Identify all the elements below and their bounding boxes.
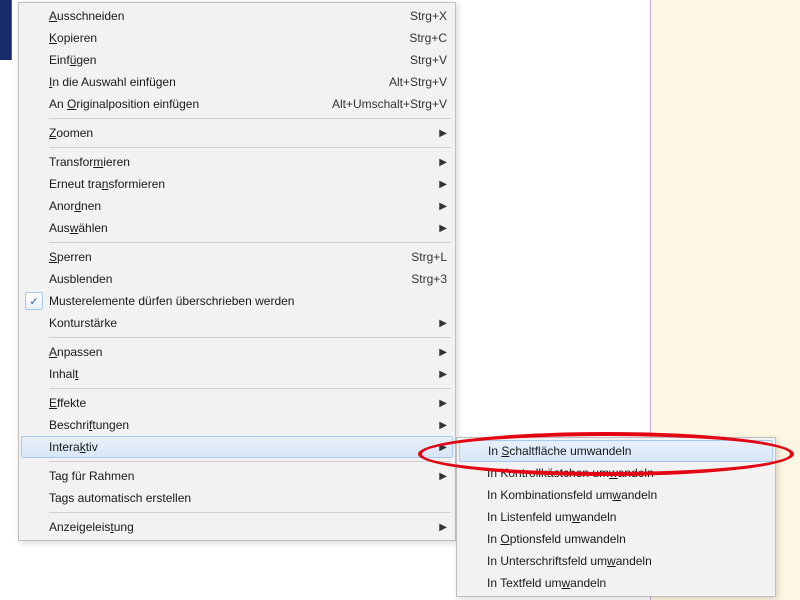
chevron-right-icon: ▶ — [437, 318, 447, 329]
menu-item[interactable]: Auswählen ▶ — [21, 217, 453, 239]
submenu-item[interactable]: In Listenfeld umwandeln — [459, 506, 773, 528]
menu-shortcut: Strg+C — [389, 31, 447, 45]
menu-item[interactable]: Beschriftungen ▶ — [21, 414, 453, 436]
menu-item[interactable]: An Originalposition einfügenAlt+Umschalt… — [21, 93, 453, 115]
menu-item-label: An Originalposition einfügen — [49, 97, 312, 111]
menu-item-label: Inhalt — [49, 367, 429, 381]
menu-item[interactable]: In die Auswahl einfügenAlt+Strg+V — [21, 71, 453, 93]
chevron-right-icon: ▶ — [437, 347, 447, 358]
menu-item[interactable]: AusschneidenStrg+X — [21, 5, 453, 27]
menu-item-label: Tags automatisch erstellen — [49, 491, 447, 505]
menu-item-label: Ausschneiden — [49, 9, 390, 23]
menu-separator — [49, 147, 451, 148]
chevron-right-icon: ▶ — [437, 471, 447, 482]
menu-item[interactable]: AusblendenStrg+3 — [21, 268, 453, 290]
menu-item-label: Ausblenden — [49, 272, 391, 286]
menu-separator — [49, 461, 451, 462]
menu-item-label: In Unterschriftsfeld umwandeln — [487, 554, 767, 568]
menu-item-label: Kopieren — [49, 31, 389, 45]
menu-shortcut: Strg+V — [390, 53, 447, 67]
menu-item-label: In Textfeld umwandeln — [487, 576, 767, 590]
menu-item-label: Sperren — [49, 250, 391, 264]
menu-item[interactable]: Effekte ▶ — [21, 392, 453, 414]
menu-item[interactable]: Erneut transformieren ▶ — [21, 173, 453, 195]
menu-item-label: In Listenfeld umwandeln — [487, 510, 767, 524]
menu-item-label: Transformieren — [49, 155, 429, 169]
menu-item-label: In Schaltfläche umwandeln — [488, 444, 767, 458]
menu-item[interactable]: EinfügenStrg+V — [21, 49, 453, 71]
menu-item[interactable]: Interaktiv ▶ — [21, 436, 453, 458]
menu-item-label: In Kombinationsfeld umwandeln — [487, 488, 767, 502]
menu-item-label: Tag für Rahmen — [49, 469, 429, 483]
interaktiv-submenu: In Schaltfläche umwandeln In Kontrollkäst… — [456, 437, 776, 597]
menu-item-label: Anzeigeleistung — [49, 520, 429, 534]
chevron-right-icon: ▶ — [437, 369, 447, 380]
menu-separator — [49, 242, 451, 243]
menu-item-label: Anordnen — [49, 199, 429, 213]
menu-item[interactable]: ✓ Musterelemente dürfen überschrieben wer… — [21, 290, 453, 312]
menu-separator — [49, 118, 451, 119]
menu-item-label: Zoomen — [49, 126, 429, 140]
menu-separator — [49, 337, 451, 338]
menu-shortcut: Alt+Umschalt+Strg+V — [312, 97, 447, 111]
chevron-right-icon: ▶ — [437, 179, 447, 190]
menu-separator — [49, 512, 451, 513]
chevron-right-icon: ▶ — [437, 201, 447, 212]
menu-item-label: Effekte — [49, 396, 429, 410]
submenu-item[interactable]: In Unterschriftsfeld umwandeln — [459, 550, 773, 572]
submenu-item[interactable]: In Optionsfeld umwandeln — [459, 528, 773, 550]
menu-shortcut: Strg+X — [390, 9, 447, 23]
left-ruler-strip — [0, 0, 12, 60]
menu-item-label: In Optionsfeld umwandeln — [487, 532, 767, 546]
menu-item[interactable]: Anordnen ▶ — [21, 195, 453, 217]
menu-item-label: In Kontrollkästchen umwandeln — [487, 466, 767, 480]
menu-shortcut: Strg+L — [391, 250, 447, 264]
menu-shortcut: Alt+Strg+V — [369, 75, 447, 89]
menu-separator — [49, 388, 451, 389]
chevron-right-icon: ▶ — [437, 522, 447, 533]
menu-item[interactable]: Konturstärke ▶ — [21, 312, 453, 334]
menu-item[interactable]: Tag für Rahmen ▶ — [21, 465, 453, 487]
menu-item[interactable]: Transformieren ▶ — [21, 151, 453, 173]
menu-item[interactable]: Anzeigeleistung ▶ — [21, 516, 453, 538]
submenu-item[interactable]: In Schaltfläche umwandeln — [459, 440, 773, 462]
chevron-right-icon: ▶ — [437, 398, 447, 409]
menu-item[interactable]: Zoomen ▶ — [21, 122, 453, 144]
check-icon: ✓ — [25, 292, 43, 310]
menu-item-label: Interaktiv — [49, 440, 429, 454]
chevron-right-icon: ▶ — [437, 442, 447, 453]
menu-item-label: Auswählen — [49, 221, 429, 235]
menu-item-label: Musterelemente dürfen überschrieben werd… — [49, 294, 447, 308]
menu-item[interactable]: SperrenStrg+L — [21, 246, 453, 268]
menu-item[interactable]: Inhalt ▶ — [21, 363, 453, 385]
chevron-right-icon: ▶ — [437, 420, 447, 431]
menu-item-label: In die Auswahl einfügen — [49, 75, 369, 89]
submenu-item[interactable]: In Kontrollkästchen umwandeln — [459, 462, 773, 484]
menu-item-label: Beschriftungen — [49, 418, 429, 432]
chevron-right-icon: ▶ — [437, 128, 447, 139]
menu-item[interactable]: Tags automatisch erstellen — [21, 487, 453, 509]
chevron-right-icon: ▶ — [437, 223, 447, 234]
menu-item-label: Anpassen — [49, 345, 429, 359]
chevron-right-icon: ▶ — [437, 157, 447, 168]
submenu-item[interactable]: In Kombinationsfeld umwandeln — [459, 484, 773, 506]
menu-item[interactable]: Anpassen ▶ — [21, 341, 453, 363]
menu-item-label: Einfügen — [49, 53, 390, 67]
submenu-item[interactable]: In Textfeld umwandeln — [459, 572, 773, 594]
menu-item-label: Erneut transformieren — [49, 177, 429, 191]
menu-shortcut: Strg+3 — [391, 272, 447, 286]
context-menu: AusschneidenStrg+XKopierenStrg+CEinfügen… — [18, 2, 456, 541]
menu-item[interactable]: KopierenStrg+C — [21, 27, 453, 49]
menu-item-label: Konturstärke — [49, 316, 429, 330]
